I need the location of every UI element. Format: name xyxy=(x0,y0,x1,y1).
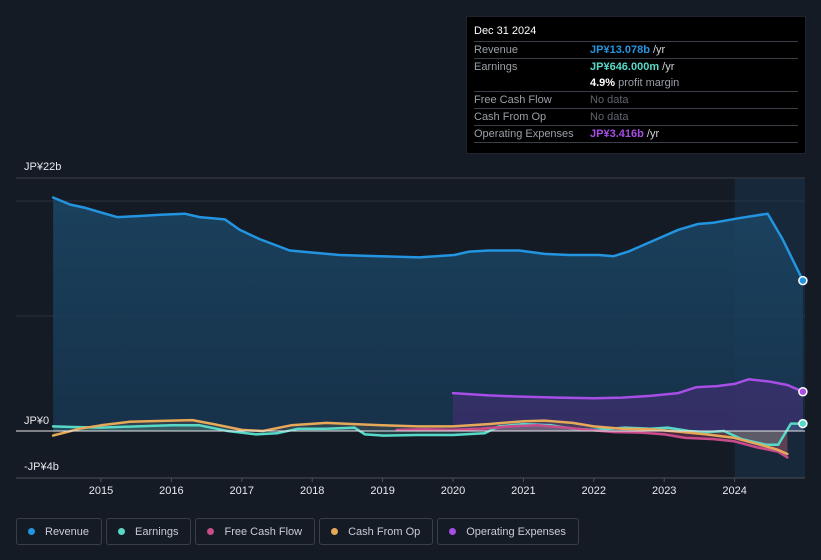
x-tick-label: 2023 xyxy=(652,485,676,497)
tooltip-value: No data xyxy=(590,111,629,123)
tooltip-label: Revenue xyxy=(474,44,519,56)
tooltip-row-revenue: Revenue JP¥13.078b /yr xyxy=(474,42,798,59)
legend-dot-icon xyxy=(331,528,339,535)
tooltip: Dec 31 2024 Revenue JP¥13.078b /yr Earni… xyxy=(466,16,806,154)
tooltip-label: Earnings xyxy=(474,61,518,73)
series-areas xyxy=(53,197,803,458)
legend-item-cash-from-op[interactable]: Cash From Op xyxy=(319,518,434,545)
x-tick-label: 2022 xyxy=(582,485,606,497)
tooltip-value: No data xyxy=(590,94,629,106)
tooltip-label: Free Cash Flow xyxy=(474,94,552,106)
tooltip-label: Cash From Op xyxy=(474,111,547,123)
legend-label: Free Cash Flow xyxy=(224,525,303,538)
legend-item-operating-expenses[interactable]: Operating Expenses xyxy=(437,518,579,545)
tooltip-unit: /yr xyxy=(643,128,660,140)
x-tick-label: 2018 xyxy=(300,485,324,497)
tooltip-row-opex: Operating Expenses JP¥3.416b /yr xyxy=(474,126,798,143)
x-tick-label: 2021 xyxy=(511,485,535,497)
tooltip-unit: /yr xyxy=(649,44,666,56)
legend-dot-icon xyxy=(118,528,126,535)
legend-label: Cash From Op xyxy=(348,525,421,538)
legend-dot-icon xyxy=(207,528,215,535)
tooltip-date: Dec 31 2024 xyxy=(474,23,798,42)
x-tick-label: 2024 xyxy=(722,485,746,497)
legend-dot-icon xyxy=(449,528,457,535)
earnings-endpoint-marker[interactable] xyxy=(798,418,808,429)
x-tick-label: 2019 xyxy=(370,485,394,497)
tooltip-value: JP¥3.416b xyxy=(590,128,644,140)
x-tick-label: 2016 xyxy=(159,485,183,497)
y-label-zero: JP¥0 xyxy=(24,415,49,427)
x-tick-label: 2017 xyxy=(230,485,254,497)
tooltip-value: JP¥13.078b xyxy=(590,44,650,56)
legend-label: Operating Expenses xyxy=(466,525,566,538)
y-label-top: JP¥22b xyxy=(24,161,61,173)
legend-item-revenue[interactable]: Revenue xyxy=(16,518,103,545)
tooltip-row-cfo: Cash From Op No data xyxy=(474,109,798,126)
operating-expenses-endpoint-marker[interactable] xyxy=(798,386,808,397)
tooltip-row-earnings: Earnings JP¥646.000m /yr xyxy=(474,59,798,75)
tooltip-row-margin: 4.9% profit margin xyxy=(474,75,798,92)
tooltip-value: 4.9% xyxy=(590,77,616,89)
legend-label: Revenue xyxy=(45,525,90,538)
x-ticks: 2015 2016 2017 2018 2019 2020 2021 2022 2023 2024 xyxy=(89,478,747,497)
y-label-bottom: -JP¥4b xyxy=(24,461,59,473)
tooltip-label: Operating Expenses xyxy=(474,128,574,140)
legend-dot-icon xyxy=(28,528,35,535)
x-tick-label: 2015 xyxy=(89,485,113,497)
tooltip-unit: /yr xyxy=(659,61,675,73)
legend-label: Earnings xyxy=(135,525,179,538)
tooltip-value: JP¥646.000m xyxy=(590,61,660,73)
legend: Revenue Earnings Free Cash Flow Cash Fro… xyxy=(16,518,579,545)
legend-item-free-cash-flow[interactable]: Free Cash Flow xyxy=(195,518,316,545)
tooltip-label xyxy=(474,75,590,91)
legend-item-earnings[interactable]: Earnings xyxy=(106,518,192,545)
x-tick-label: 2020 xyxy=(441,485,465,497)
tooltip-unit: profit margin xyxy=(615,77,680,89)
tooltip-row-fcf: Free Cash Flow No data xyxy=(474,92,798,109)
revenue-endpoint-marker[interactable] xyxy=(798,275,808,286)
